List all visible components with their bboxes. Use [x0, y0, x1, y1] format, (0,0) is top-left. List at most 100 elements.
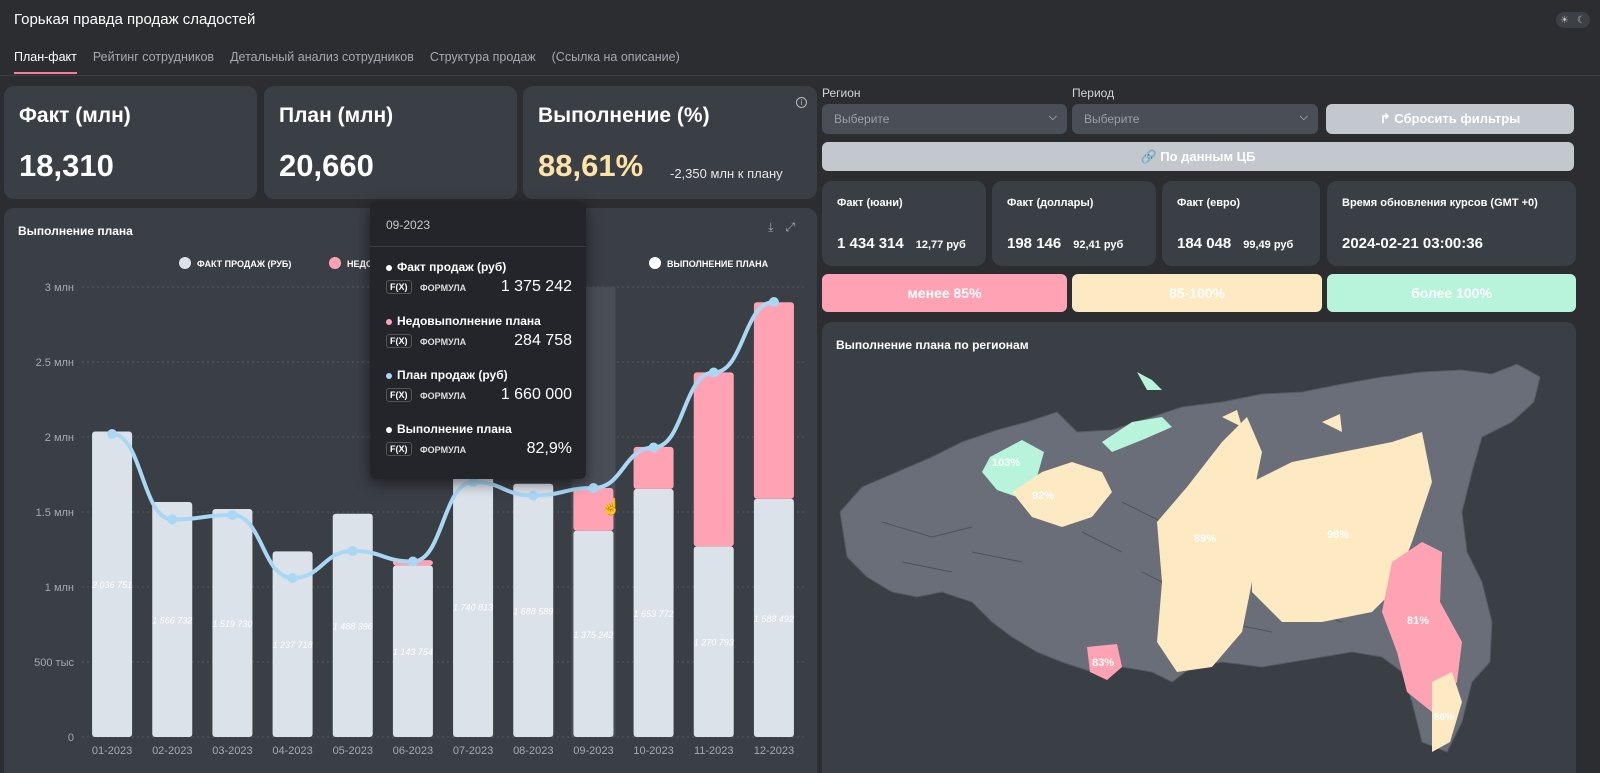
- kpi-completion-card: Выполнение (%) i 88,61% -2,350 млн к пла…: [523, 86, 817, 199]
- map-label-96: 96%: [1327, 529, 1349, 541]
- tooltip-item-value: 1 375 242: [500, 278, 572, 295]
- tooltip-date: 09-2023: [386, 218, 431, 232]
- x-tick-label: 11-2023: [694, 745, 734, 757]
- region-select-placeholder: Выберите: [834, 112, 890, 126]
- shortfall-bar: [693, 372, 734, 547]
- sun-icon[interactable]: ☀: [1560, 15, 1569, 26]
- plan-point: [708, 367, 719, 378]
- shortfall-bar: [753, 302, 794, 499]
- rate-card-euro: Факт (евро) 184 048 99,49 руб: [1162, 181, 1320, 266]
- tooltip-item-shortfall: Недовыполнение плана F(X) ФОРМУЛА 284 75…: [386, 314, 572, 362]
- rate-dollar-label: Факт (доллары): [1007, 197, 1094, 209]
- legend-label: ФАКТ ПРОДАЖ (РУБ): [197, 259, 291, 269]
- region-archipelago[interactable]: [1137, 372, 1162, 390]
- tooltip-formula-label: ФОРМУЛА: [420, 283, 467, 293]
- reset-filters-button[interactable]: ↱ Сбросить фильтры: [1326, 104, 1574, 134]
- tooltip-formula-label: ФОРМУЛА: [420, 391, 467, 401]
- y-tick-label: 3 млн: [45, 282, 74, 294]
- x-tick-label: 03-2023: [212, 745, 252, 757]
- kpi-plan-value: 20,660: [279, 148, 374, 183]
- period-select[interactable]: Выберите ⌵: [1072, 104, 1318, 134]
- map-label-81: 81%: [1407, 615, 1429, 627]
- map-label-92: 92%: [1032, 490, 1054, 502]
- rate-euro-rate: 99,49 руб: [1243, 239, 1294, 251]
- x-tick-label: 07-2023: [453, 745, 493, 757]
- tooltip-formula-label: ФОРМУЛА: [420, 337, 467, 347]
- theme-toggle[interactable]: ☀ ☾: [1556, 12, 1590, 28]
- tab-employee-analysis[interactable]: Детальный анализ сотрудников: [230, 50, 414, 74]
- bar-value-label: 1 653 772: [634, 609, 674, 619]
- rate-yuan-rate: 12,77 руб: [915, 239, 966, 251]
- chevron-down-icon: ⌵: [1299, 111, 1308, 123]
- kpi-fact-card: Факт (млн) 18,310: [4, 86, 257, 199]
- tooltip-dot: [386, 318, 392, 325]
- moon-icon[interactable]: ☾: [1577, 15, 1586, 26]
- formula-icon: F(X): [386, 334, 412, 348]
- rate-dollar-rate: 92,41 руб: [1073, 239, 1124, 251]
- tab-plan-fact[interactable]: План-факт: [14, 50, 77, 74]
- legend-marker: [649, 257, 661, 269]
- tooltip-item-name: Недовыполнение плана: [397, 314, 541, 328]
- x-tick-label: 10-2023: [633, 745, 673, 757]
- region-map-card: Выполнение плана по регионам 103% 92% 89…: [822, 322, 1576, 773]
- period-select-placeholder: Выберите: [1084, 112, 1140, 126]
- tooltip-dot: [386, 426, 392, 433]
- bar-value-label: 1 566 732: [152, 615, 192, 625]
- tab-sales-structure[interactable]: Структура продаж: [430, 50, 536, 74]
- plan-point: [107, 429, 118, 439]
- plan-point: [227, 510, 238, 520]
- chevron-down-icon: ⌵: [1048, 111, 1057, 123]
- kpi-plan-card: План (млн) 20,660: [264, 86, 517, 199]
- plan-point: [287, 573, 298, 583]
- legend-marker: [329, 257, 341, 269]
- bar-value-label: 2 036 751: [91, 580, 132, 590]
- x-tick-label: 01-2023: [92, 745, 132, 757]
- tooltip-dot: [386, 264, 392, 271]
- legend-label: ВЫПОЛНЕНИЕ ПЛАНА: [667, 259, 769, 269]
- tooltip-dot: [386, 372, 392, 379]
- formula-icon: F(X): [386, 280, 412, 294]
- app-title: Горькая правда продаж сладостей: [14, 11, 256, 28]
- plan-point: [648, 442, 659, 453]
- rate-yuan-value: 1 434 314: [837, 235, 904, 252]
- bar-value-label: 1 519 730: [212, 619, 252, 629]
- bar-value-label: 1 740 813: [453, 602, 493, 612]
- rate-card-dollar: Факт (доллары) 198 146 92,41 руб: [992, 181, 1156, 266]
- tooltip-item-value: 82,9%: [526, 440, 572, 457]
- tooltip-item-completion: Выполнение плана F(X) ФОРМУЛА 82,9%: [386, 422, 572, 470]
- plan-point: [347, 546, 358, 556]
- region-select[interactable]: Выберите ⌵: [822, 104, 1067, 134]
- rate-card-yuan: Факт (юани) 1 434 314 12,77 руб: [822, 181, 986, 266]
- tab-description-link[interactable]: (Ссылка на описание): [552, 50, 680, 74]
- reset-filters-label: Сбросить фильтры: [1394, 111, 1521, 126]
- plan-point: [528, 490, 539, 501]
- y-tick-label: 1.5 млн: [36, 507, 74, 519]
- map-label-83: 83%: [1092, 657, 1114, 669]
- bar-value-label: 1 143 754: [393, 647, 433, 657]
- region-label: Регион: [822, 86, 861, 100]
- russia-region-map[interactable]: 103% 92% 89% 96% 81% 83% 86%: [822, 322, 1576, 773]
- tab-employee-rating[interactable]: Рейтинг сотрудников: [93, 50, 214, 74]
- tooltip-item-fact: Факт продаж (руб) F(X) ФОРМУЛА 1 375 242: [386, 260, 572, 308]
- cb-data-button[interactable]: 🔗 По данным ЦБ: [822, 142, 1574, 171]
- y-tick-label: 0: [68, 732, 74, 744]
- formula-icon: F(X): [386, 442, 412, 456]
- threshold-high: более 100%: [1327, 274, 1576, 312]
- tooltip-divider: [370, 246, 586, 247]
- x-tick-label: 02-2023: [152, 745, 192, 757]
- x-tick-label: 12-2023: [754, 745, 794, 757]
- x-tick-label: 04-2023: [272, 745, 312, 757]
- y-tick-label: 500 тыс: [34, 657, 74, 669]
- tooltip-item-plan: План продаж (руб) F(X) ФОРМУЛА 1 660 000: [386, 368, 572, 416]
- period-label: Период: [1072, 86, 1115, 100]
- info-icon[interactable]: i: [796, 97, 807, 108]
- bar-value-label: 1 688 589: [513, 606, 553, 616]
- tooltip-item-name: Факт продаж (руб): [397, 260, 507, 274]
- tooltip-item-name: План продаж (руб): [397, 368, 508, 382]
- chart-tooltip: 09-2023 Факт продаж (руб) F(X) ФОРМУЛА 1…: [370, 202, 586, 479]
- rate-update-label: Время обновления курсов (GMT +0): [1342, 197, 1538, 209]
- plan-point: [407, 556, 418, 567]
- kpi-completion-diff: -2,350 млн к плану: [670, 166, 783, 181]
- kpi-fact-value: 18,310: [19, 148, 114, 183]
- rate-update-card: Время обновления курсов (GMT +0) 2024-02…: [1327, 181, 1576, 266]
